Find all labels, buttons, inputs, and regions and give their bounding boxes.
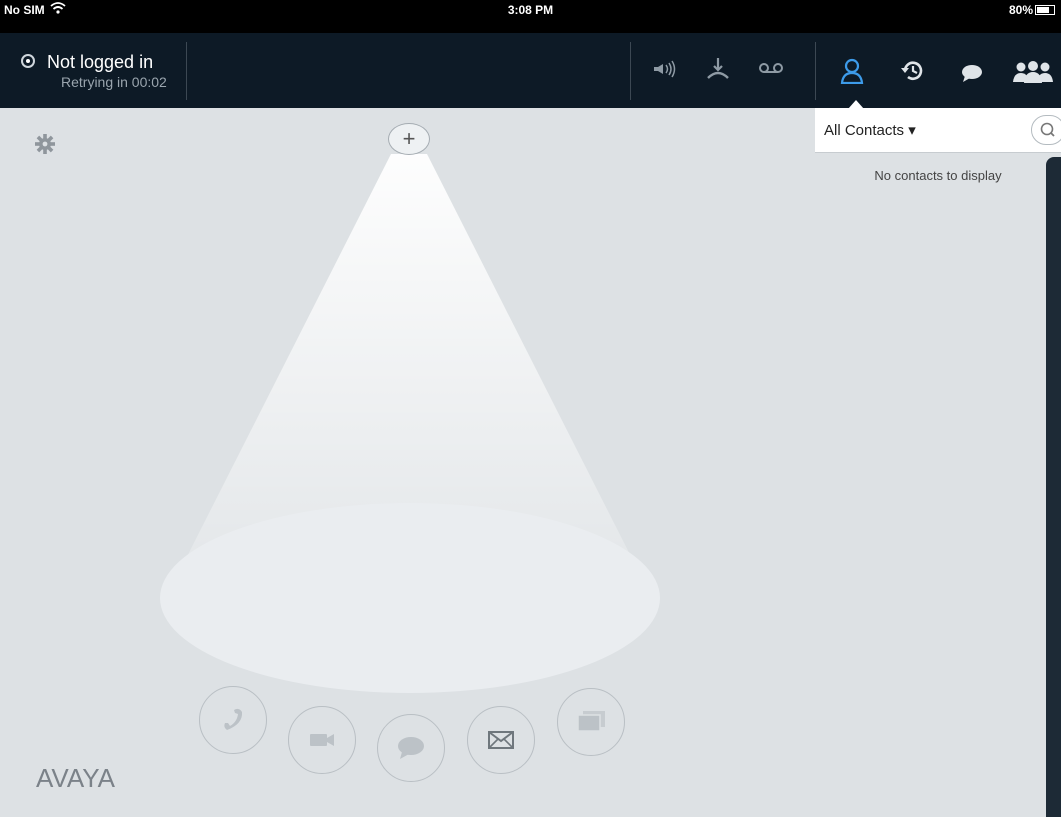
- clock-label: 3:08 PM: [507, 3, 554, 17]
- chat-icon: [398, 737, 424, 759]
- contacts-filter-dropdown[interactable]: All Contacts ▾: [824, 121, 916, 139]
- history-icon[interactable]: [899, 59, 925, 83]
- login-status-title[interactable]: Not logged in: [47, 52, 153, 73]
- phone-call-button[interactable]: [199, 686, 267, 754]
- empty-contacts-message: No contacts to display: [874, 168, 1002, 183]
- search-icon: [1040, 122, 1055, 137]
- avaya-logo: AVAYA: [36, 763, 115, 793]
- messages-icon[interactable]: [960, 63, 984, 83]
- video-icon: [310, 734, 334, 746]
- voicemail-icon[interactable]: [758, 62, 784, 74]
- topbar-divider: [630, 42, 631, 100]
- presence-icon[interactable]: [21, 54, 35, 68]
- topbar-divider: [186, 42, 187, 100]
- status-bar: No SIM 3:08 PM 80%: [0, 0, 1061, 33]
- battery-indicator: 80%: [1009, 3, 1055, 17]
- battery-percent: 80%: [1008, 3, 1033, 17]
- email-button[interactable]: [467, 706, 535, 774]
- speaker-icon[interactable]: [652, 60, 678, 78]
- video-call-button[interactable]: [288, 706, 356, 774]
- topbar-divider: [815, 42, 816, 100]
- share-screen-icon: [577, 711, 605, 732]
- groups-icon[interactable]: [1013, 60, 1053, 84]
- battery-icon: [1035, 5, 1055, 15]
- spotlight-floor: [160, 503, 660, 693]
- add-participant-button[interactable]: +: [388, 123, 430, 155]
- share-screen-button[interactable]: [557, 688, 625, 756]
- spotlight-stage: [160, 154, 660, 693]
- phone-icon: [224, 708, 243, 730]
- contacts-search-button[interactable]: [1031, 115, 1061, 145]
- chat-button[interactable]: [377, 714, 445, 782]
- contacts-icon[interactable]: [840, 58, 864, 84]
- email-icon: [488, 731, 514, 749]
- login-status-subtitle: Retrying in 00:02: [61, 74, 167, 90]
- contacts-scrollbar[interactable]: [1046, 157, 1061, 817]
- transfer-icon[interactable]: [706, 56, 730, 80]
